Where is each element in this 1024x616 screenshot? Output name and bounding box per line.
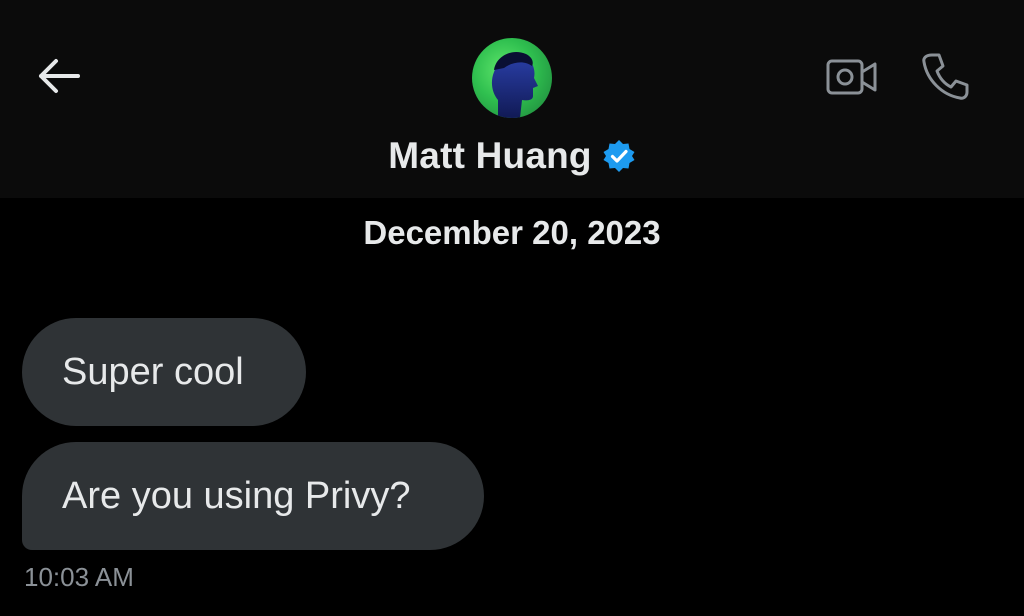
arrow-left-icon <box>39 59 80 93</box>
message-text: Super cool <box>62 350 244 393</box>
message-bubble[interactable]: Are you using Privy? <box>22 442 484 550</box>
verified-badge-icon <box>603 140 635 172</box>
dm-conversation-screen: Matt Huang December 20, 2023 Super cool … <box>0 0 1024 616</box>
message-bubble[interactable]: Super cool <box>22 318 306 426</box>
phone-call-button[interactable] <box>914 48 976 104</box>
video-camera-icon <box>826 59 877 95</box>
contact-name-row: Matt Huang <box>0 128 1024 184</box>
avatar[interactable] <box>472 38 552 118</box>
message-text: Are you using Privy? <box>62 474 411 517</box>
contact-name[interactable]: Matt Huang <box>388 135 591 177</box>
date-separator: December 20, 2023 <box>363 214 661 251</box>
conversation-header: Matt Huang <box>0 0 1024 198</box>
profile-photo <box>491 51 538 118</box>
back-button[interactable] <box>30 52 86 100</box>
phone-icon <box>922 53 969 100</box>
video-call-button[interactable] <box>822 52 882 102</box>
message-timestamp: 10:03 AM <box>24 562 134 592</box>
